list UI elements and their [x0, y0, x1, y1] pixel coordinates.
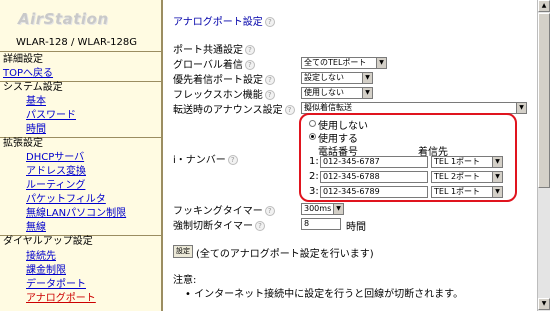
radio-i-number-on[interactable]: [309, 133, 316, 140]
destination-select-2[interactable]: TEL 2ポート ▼: [431, 171, 503, 183]
chevron-down-icon: ▼: [362, 73, 372, 83]
apply-button[interactable]: 設定: [173, 245, 193, 258]
forced-timer-label: 強制切断タイマー?: [173, 217, 265, 232]
row-index: 1:: [309, 156, 319, 167]
nav-item-billing-limit[interactable]: 課金制限: [0, 264, 161, 278]
forced-timer-unit: 時間: [346, 222, 366, 233]
forced-timer-input[interactable]: 8: [301, 218, 341, 230]
scrollbar-thumb[interactable]: [538, 13, 550, 188]
flex-phone-text: フレックスホン機能: [173, 90, 263, 101]
help-icon[interactable]: ?: [265, 75, 275, 85]
apply-note: (全てのアナログポート設定を行います): [196, 249, 374, 260]
hooking-timer-select[interactable]: 300ms ▼: [301, 203, 344, 215]
priority-port-label: 優先着信ポート設定?: [173, 71, 275, 86]
help-icon[interactable]: ?: [245, 45, 255, 55]
note-title: 注意:: [173, 275, 197, 286]
section-title: ポート共通設定?: [173, 41, 255, 56]
nav-head-system: システム設定: [3, 82, 63, 93]
help-icon[interactable]: ?: [244, 60, 255, 70]
transfer-announce-label: 転送時のアナウンス設定?: [173, 101, 295, 116]
flex-phone-value: 使用しない: [304, 88, 344, 97]
chevron-down-icon: ▼: [333, 204, 343, 214]
nav-item-wireless[interactable]: 無線: [0, 221, 161, 235]
nav-head-advanced: 詳細設定: [3, 54, 43, 65]
divider: [0, 51, 161, 52]
chevron-down-icon: ▼: [362, 88, 372, 98]
nav-item-packet-filter[interactable]: パケットフィルタ: [0, 193, 161, 207]
note-item: • インターネット接続中に設定を行うと回線が切断されます。: [185, 285, 463, 300]
help-icon[interactable]: ?: [227, 155, 238, 165]
nav-item-password[interactable]: パスワード: [0, 109, 161, 123]
nav-item-analog-port[interactable]: アナログポート: [0, 292, 161, 306]
vertical-scrollbar[interactable]: ▲ ▼: [537, 0, 550, 311]
phone-number-input-1[interactable]: 012-345-6787: [320, 156, 428, 168]
nav-item-basic[interactable]: 基本: [0, 95, 161, 109]
nav-head-dialup: ダイヤルアップ設定: [3, 236, 93, 247]
model-name: WLAR-128 / WLAR-128G: [16, 37, 138, 48]
help-icon[interactable]: ?: [264, 17, 275, 27]
page-title: アナログポート設定?: [173, 13, 275, 28]
nav-item-nat[interactable]: アドレス変換: [0, 165, 161, 179]
note-text: インターネット接続中に設定を行うと回線が切断されます。: [194, 289, 464, 300]
forced-timer-text: 強制切断タイマー: [173, 221, 253, 232]
help-icon[interactable]: ?: [284, 105, 295, 115]
sidebar: AirStation WLAR-128 / WLAR-128G 詳細設定 TOP…: [0, 0, 163, 311]
nav-item-dhcp[interactable]: DHCPサーバ: [0, 151, 161, 165]
i-number-text: i・ナンバー: [173, 155, 226, 166]
flex-phone-select[interactable]: 使用しない ▼: [301, 87, 373, 99]
chevron-down-icon: ▼: [376, 58, 386, 68]
nav-item-wlan-restrict[interactable]: 無線LANパソコン制限: [0, 207, 161, 221]
radio-i-number-off[interactable]: [309, 120, 316, 127]
priority-port-value: 設定しない: [304, 73, 344, 82]
nav-item-routing[interactable]: ルーティング: [0, 179, 161, 193]
scroll-up-icon[interactable]: ▲: [538, 0, 550, 12]
destination-value-2: TEL 2ポート: [434, 172, 481, 181]
hooking-timer-value: 300ms: [304, 204, 332, 213]
i-number-label: i・ナンバー?: [173, 151, 238, 166]
help-icon[interactable]: ?: [264, 206, 275, 216]
main-content: アナログポート設定? ポート共通設定? グローバル着信? 全てのTELポート ▼…: [165, 0, 537, 311]
chevron-down-icon: ▼: [492, 157, 502, 167]
section-title-text: ポート共通設定: [173, 45, 243, 56]
airstation-logo: AirStation: [18, 10, 109, 28]
chevron-down-icon: ▼: [492, 172, 502, 182]
help-icon[interactable]: ?: [255, 221, 265, 231]
transfer-announce-text: 転送時のアナウンス設定: [173, 105, 283, 116]
bullet: •: [185, 289, 195, 300]
global-incoming-select[interactable]: 全てのTELポート ▼: [301, 57, 387, 69]
destination-value-1: TEL 1ポート: [434, 157, 481, 166]
nav-item-data-port[interactable]: データポート: [0, 278, 161, 292]
scroll-down-icon[interactable]: ▼: [538, 298, 550, 310]
destination-select-3[interactable]: TEL 1ポート ▼: [431, 186, 503, 198]
row-index: 3:: [309, 186, 319, 197]
row-index: 2:: [309, 171, 319, 182]
page-title-text: アナログポート設定: [173, 17, 263, 28]
phone-number-input-2[interactable]: 012-345-6788: [320, 171, 428, 183]
phone-number-input-3[interactable]: 012-345-6789: [320, 186, 428, 198]
destination-select-1[interactable]: TEL 1ポート ▼: [431, 156, 503, 168]
global-incoming-text: グローバル着信: [173, 60, 243, 71]
transfer-announce-value: 擬似着信転送: [304, 103, 352, 112]
destination-value-3: TEL 1ポート: [434, 187, 481, 196]
nav-link-top[interactable]: TOPへ戻る: [0, 67, 161, 81]
help-icon[interactable]: ?: [264, 90, 275, 100]
priority-port-select[interactable]: 設定しない ▼: [301, 72, 373, 84]
nav-item-destination[interactable]: 接続先: [0, 250, 161, 264]
chevron-down-icon: ▼: [492, 187, 502, 197]
chevron-down-icon: ▼: [516, 103, 526, 113]
priority-port-text: 優先着信ポート設定: [173, 75, 263, 86]
hooking-timer-label: フッキングタイマー?: [173, 202, 275, 217]
global-incoming-label: グローバル着信?: [173, 56, 255, 71]
nav-item-time[interactable]: 時間: [0, 123, 161, 137]
nav-head-extended: 拡張設定: [3, 138, 43, 149]
flex-phone-label: フレックスホン機能?: [173, 86, 275, 101]
global-incoming-value: 全てのTELポート: [304, 58, 367, 67]
hooking-timer-text: フッキングタイマー: [173, 206, 263, 217]
